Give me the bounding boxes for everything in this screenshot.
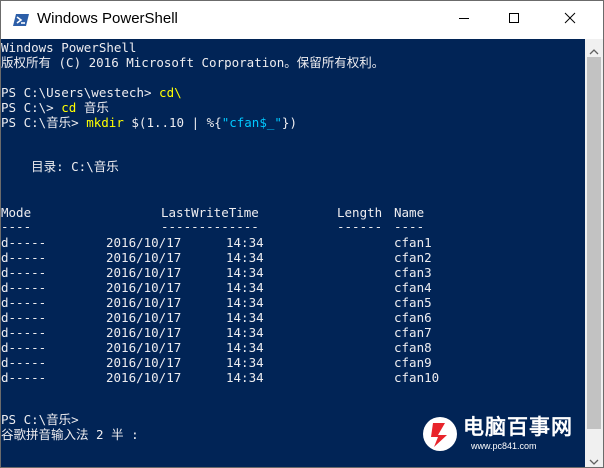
- row-mode: d-----: [1, 340, 47, 355]
- row-mode: d-----: [1, 310, 47, 325]
- row-mode: d-----: [1, 295, 47, 310]
- scroll-up-arrow-icon[interactable]: [589, 43, 599, 55]
- header-line-2: 版权所有 (C) 2016 Microsoft Corporation。保留所有…: [1, 55, 385, 70]
- column-header-lastwritetime: LastWriteTime: [161, 205, 259, 220]
- row-time: 14:34: [226, 355, 264, 370]
- row-mode: d-----: [1, 355, 47, 370]
- row-date: 2016/10/17: [106, 310, 182, 325]
- powershell-icon: [13, 12, 29, 28]
- row-date: 2016/10/17: [106, 370, 182, 385]
- row-mode: d-----: [1, 325, 47, 340]
- scrollbar-thumb[interactable]: [587, 57, 601, 429]
- close-button[interactable]: [547, 1, 593, 39]
- command-line-1: PS C:\Users\westech> cd\: [1, 85, 182, 100]
- row-date: 2016/10/17: [106, 295, 182, 310]
- command-expr: $(1..10 | %{: [131, 115, 222, 130]
- row-time: 14:34: [226, 310, 264, 325]
- prompt: PS C:\Users\westech>: [1, 85, 152, 100]
- current-prompt[interactable]: PS C:\音乐>: [1, 412, 79, 427]
- maximize-button[interactable]: [491, 1, 537, 39]
- command-name: cd: [61, 100, 77, 115]
- brand-logo-icon: [421, 415, 459, 458]
- watermark-brand: 电脑百事网: [463, 416, 573, 439]
- command-string: "cfan$_": [221, 115, 282, 130]
- console-output[interactable]: Windows PowerShell 版权所有 (C) 2016 Microso…: [1, 39, 585, 467]
- row-time: 14:34: [226, 265, 264, 280]
- row-name: cfan2: [394, 250, 432, 265]
- row-date: 2016/10/17: [106, 325, 182, 340]
- command-expr-end: }): [281, 115, 297, 130]
- watermark: 电脑百事网 www.pc841.com: [421, 411, 585, 463]
- column-underline-lastwritetime: -------------: [161, 219, 259, 234]
- maximize-icon: [508, 11, 520, 29]
- scroll-down-arrow-icon[interactable]: [589, 453, 599, 465]
- header-line-1: Windows PowerShell: [1, 40, 137, 55]
- window-title: Windows PowerShell: [37, 10, 178, 27]
- row-date: 2016/10/17: [106, 235, 182, 250]
- row-mode: d-----: [1, 265, 47, 280]
- row-mode: d-----: [1, 280, 47, 295]
- row-time: 14:34: [226, 280, 264, 295]
- row-date: 2016/10/17: [106, 340, 182, 355]
- row-name: cfan7: [394, 325, 432, 340]
- column-header-mode: Mode: [1, 205, 32, 220]
- row-time: 14:34: [226, 295, 264, 310]
- row-name: cfan4: [394, 280, 432, 295]
- row-time: 14:34: [226, 370, 264, 385]
- column-underline-mode: ----: [1, 219, 32, 234]
- close-icon: [564, 11, 576, 29]
- row-name: cfan6: [394, 310, 432, 325]
- prompt: PS C:\音乐>: [1, 115, 79, 130]
- column-underline-name: ----: [394, 219, 425, 234]
- powershell-window: Windows PowerShell Windows PowerShell 版权…: [0, 0, 604, 468]
- row-name: cfan1: [394, 235, 432, 250]
- row-name: cfan9: [394, 355, 432, 370]
- command-line-3: PS C:\音乐> mkdir $(1..10 | %{"cfan$_"}): [1, 115, 297, 130]
- row-time: 14:34: [226, 325, 264, 340]
- command-arg: 音乐: [83, 100, 109, 115]
- command-line-2: PS C:\> cd 音乐: [1, 100, 109, 115]
- column-header-length: Length: [337, 205, 383, 220]
- row-mode: d-----: [1, 235, 47, 250]
- row-name: cfan5: [394, 295, 432, 310]
- row-name: cfan10: [394, 370, 440, 385]
- column-underline-length: ------: [337, 219, 383, 234]
- minimize-icon: [458, 11, 470, 29]
- title-bar[interactable]: Windows PowerShell: [1, 1, 603, 39]
- row-time: 14:34: [226, 250, 264, 265]
- directory-label: 目录: C:\音乐: [1, 159, 119, 174]
- ime-status: 谷歌拼音输入法 2 半 :: [1, 427, 139, 442]
- prompt: PS C:\>: [1, 100, 54, 115]
- row-mode: d-----: [1, 250, 47, 265]
- watermark-url: www.pc841.com: [471, 441, 537, 451]
- row-date: 2016/10/17: [106, 250, 182, 265]
- minimize-button[interactable]: [441, 1, 487, 39]
- row-date: 2016/10/17: [106, 355, 182, 370]
- row-name: cfan3: [394, 265, 432, 280]
- command-name: mkdir: [86, 115, 124, 130]
- command-text: cd\: [159, 85, 182, 100]
- row-time: 14:34: [226, 235, 264, 250]
- row-date: 2016/10/17: [106, 265, 182, 280]
- vertical-scrollbar[interactable]: [585, 39, 603, 467]
- column-header-name: Name: [394, 205, 425, 220]
- row-mode: d-----: [1, 370, 47, 385]
- row-time: 14:34: [226, 340, 264, 355]
- row-date: 2016/10/17: [106, 280, 182, 295]
- row-name: cfan8: [394, 340, 432, 355]
